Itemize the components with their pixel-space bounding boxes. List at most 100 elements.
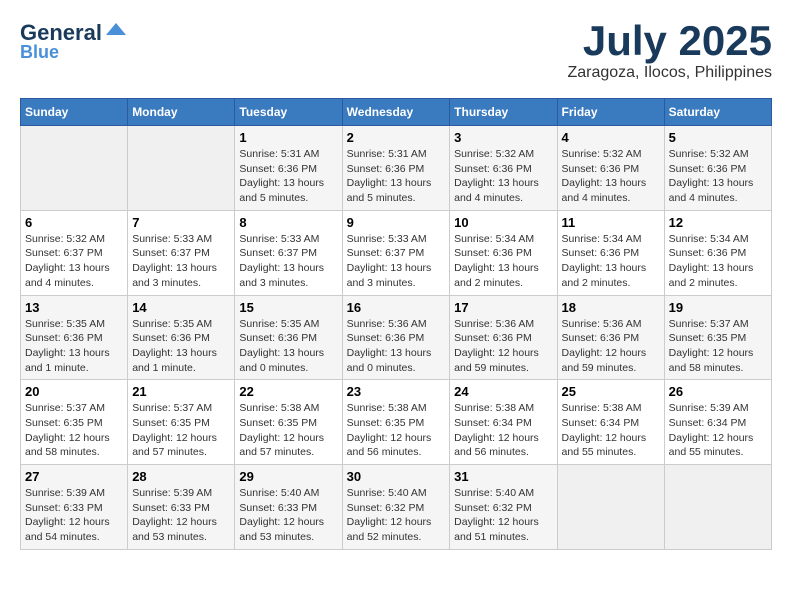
day-info: Sunrise: 5:34 AM Sunset: 6:36 PM Dayligh… (454, 232, 552, 291)
day-info: Sunrise: 5:36 AM Sunset: 6:36 PM Dayligh… (454, 317, 552, 376)
weekday-header-wednesday: Wednesday (342, 99, 450, 126)
day-info: Sunrise: 5:37 AM Sunset: 6:35 PM Dayligh… (132, 401, 230, 460)
weekday-header-sunday: Sunday (21, 99, 128, 126)
day-info: Sunrise: 5:37 AM Sunset: 6:35 PM Dayligh… (669, 317, 767, 376)
day-number: 11 (562, 215, 660, 230)
calendar-cell: 13Sunrise: 5:35 AM Sunset: 6:36 PM Dayli… (21, 295, 128, 380)
day-info: Sunrise: 5:36 AM Sunset: 6:36 PM Dayligh… (562, 317, 660, 376)
logo-icon (104, 21, 128, 45)
day-number: 7 (132, 215, 230, 230)
day-number: 14 (132, 300, 230, 315)
calendar-table: SundayMondayTuesdayWednesdayThursdayFrid… (20, 98, 772, 550)
calendar-cell: 8 Sunrise: 5:33 AM Sunset: 6:37 PM Daylig… (235, 210, 342, 295)
day-number: 19 (669, 300, 767, 315)
page-header: General Blue July 2025 Zaragoza, Ilocos,… (20, 20, 772, 82)
day-number: 15 (239, 300, 337, 315)
day-info: Sunrise: 5:36 AM Sunset: 6:36 PM Dayligh… (347, 317, 446, 376)
day-number: 20 (25, 384, 123, 399)
weekday-header-thursday: Thursday (450, 99, 557, 126)
day-info: Sunrise: 5:34 AM Sunset: 6:36 PM Dayligh… (562, 232, 660, 291)
day-number: 5 (669, 130, 767, 145)
calendar-cell: 14 Sunrise: 5:35 AM Sunset: 6:36 PM Dayli… (128, 295, 235, 380)
day-number: 28 (132, 469, 230, 484)
logo-blue-text: Blue (20, 42, 59, 63)
calendar-cell: 9 Sunrise: 5:33 AM Sunset: 6:37 PM Daylig… (342, 210, 450, 295)
calendar-cell: 24 Sunrise: 5:38 AM Sunset: 6:34 PM Dayli… (450, 380, 557, 465)
day-info: Sunrise: 5:33 AM Sunset: 6:37 PM Dayligh… (347, 232, 446, 291)
day-number: 10 (454, 215, 552, 230)
day-info: Sunrise: 5:32 AM Sunset: 6:37 PM Dayligh… (25, 232, 123, 291)
calendar-cell (664, 465, 771, 550)
day-number: 24 (454, 384, 552, 399)
day-number: 31 (454, 469, 552, 484)
day-number: 4 (562, 130, 660, 145)
day-number: 25 (562, 384, 660, 399)
logo: General Blue (20, 20, 128, 63)
day-number: 3 (454, 130, 552, 145)
day-info: Sunrise: 5:38 AM Sunset: 6:34 PM Dayligh… (454, 401, 552, 460)
day-info: Sunrise: 5:39 AM Sunset: 6:33 PM Dayligh… (132, 486, 230, 545)
day-info: Sunrise: 5:33 AM Sunset: 6:37 PM Dayligh… (239, 232, 337, 291)
day-number: 21 (132, 384, 230, 399)
day-info: Sunrise: 5:32 AM Sunset: 6:36 PM Dayligh… (562, 147, 660, 206)
calendar-cell (557, 465, 664, 550)
day-number: 8 (239, 215, 337, 230)
calendar-cell: 18 Sunrise: 5:36 AM Sunset: 6:36 PM Dayli… (557, 295, 664, 380)
calendar-cell: 28 Sunrise: 5:39 AM Sunset: 6:33 PM Dayli… (128, 465, 235, 550)
day-info: Sunrise: 5:34 AM Sunset: 6:36 PM Dayligh… (669, 232, 767, 291)
calendar-cell: 1 Sunrise: 5:31 AM Sunset: 6:36 PM Daylig… (235, 126, 342, 211)
day-info: Sunrise: 5:39 AM Sunset: 6:33 PM Dayligh… (25, 486, 123, 545)
weekday-header-saturday: Saturday (664, 99, 771, 126)
day-info: Sunrise: 5:40 AM Sunset: 6:32 PM Dayligh… (347, 486, 446, 545)
calendar-week-5: 27 Sunrise: 5:39 AM Sunset: 6:33 PM Dayli… (21, 465, 772, 550)
calendar-cell: 10 Sunrise: 5:34 AM Sunset: 6:36 PM Dayli… (450, 210, 557, 295)
day-number: 12 (669, 215, 767, 230)
day-info: Sunrise: 5:38 AM Sunset: 6:35 PM Dayligh… (347, 401, 446, 460)
calendar-cell: 5Sunrise: 5:32 AM Sunset: 6:36 PM Daylig… (664, 126, 771, 211)
day-info: Sunrise: 5:39 AM Sunset: 6:34 PM Dayligh… (669, 401, 767, 460)
calendar-week-1: 1 Sunrise: 5:31 AM Sunset: 6:36 PM Daylig… (21, 126, 772, 211)
day-number: 9 (347, 215, 446, 230)
day-number: 13 (25, 300, 123, 315)
calendar-cell: 7Sunrise: 5:33 AM Sunset: 6:37 PM Daylig… (128, 210, 235, 295)
calendar-cell: 12 Sunrise: 5:34 AM Sunset: 6:36 PM Dayli… (664, 210, 771, 295)
day-number: 17 (454, 300, 552, 315)
calendar-cell: 29Sunrise: 5:40 AM Sunset: 6:33 PM Dayli… (235, 465, 342, 550)
calendar-cell: 27 Sunrise: 5:39 AM Sunset: 6:33 PM Dayli… (21, 465, 128, 550)
calendar-cell: 16Sunrise: 5:36 AM Sunset: 6:36 PM Dayli… (342, 295, 450, 380)
calendar-cell: 30 Sunrise: 5:40 AM Sunset: 6:32 PM Dayli… (342, 465, 450, 550)
day-info: Sunrise: 5:35 AM Sunset: 6:36 PM Dayligh… (132, 317, 230, 376)
calendar-header: SundayMondayTuesdayWednesdayThursdayFrid… (21, 99, 772, 126)
day-info: Sunrise: 5:31 AM Sunset: 6:36 PM Dayligh… (239, 147, 337, 206)
calendar-week-2: 6Sunrise: 5:32 AM Sunset: 6:37 PM Daylig… (21, 210, 772, 295)
weekday-header-friday: Friday (557, 99, 664, 126)
day-info: Sunrise: 5:31 AM Sunset: 6:36 PM Dayligh… (347, 147, 446, 206)
day-info: Sunrise: 5:38 AM Sunset: 6:35 PM Dayligh… (239, 401, 337, 460)
calendar-week-4: 20 Sunrise: 5:37 AM Sunset: 6:35 PM Dayli… (21, 380, 772, 465)
calendar-body: 1 Sunrise: 5:31 AM Sunset: 6:36 PM Daylig… (21, 126, 772, 550)
day-info: Sunrise: 5:40 AM Sunset: 6:32 PM Dayligh… (454, 486, 552, 545)
day-info: Sunrise: 5:38 AM Sunset: 6:34 PM Dayligh… (562, 401, 660, 460)
calendar-cell: 11 Sunrise: 5:34 AM Sunset: 6:36 PM Dayli… (557, 210, 664, 295)
day-number: 18 (562, 300, 660, 315)
day-number: 2 (347, 130, 446, 145)
calendar-cell: 3Sunrise: 5:32 AM Sunset: 6:36 PM Daylig… (450, 126, 557, 211)
day-info: Sunrise: 5:35 AM Sunset: 6:36 PM Dayligh… (239, 317, 337, 376)
day-number: 30 (347, 469, 446, 484)
calendar-cell: 19 Sunrise: 5:37 AM Sunset: 6:35 PM Dayli… (664, 295, 771, 380)
calendar-week-3: 13 Sunrise: 5:35 AM Sunset: 6:36 PM Dayli… (21, 295, 772, 380)
calendar-cell: 25 Sunrise: 5:38 AM Sunset: 6:34 PM Dayli… (557, 380, 664, 465)
day-number: 27 (25, 469, 123, 484)
weekday-header-tuesday: Tuesday (235, 99, 342, 126)
calendar-cell (21, 126, 128, 211)
day-number: 26 (669, 384, 767, 399)
calendar-cell: 26 Sunrise: 5:39 AM Sunset: 6:34 PM Dayli… (664, 380, 771, 465)
calendar-cell: 20 Sunrise: 5:37 AM Sunset: 6:35 PM Dayli… (21, 380, 128, 465)
calendar-cell: 15 Sunrise: 5:35 AM Sunset: 6:36 PM Dayli… (235, 295, 342, 380)
title-block: July 2025 Zaragoza, Ilocos, Philippines (567, 20, 772, 82)
day-number: 1 (239, 130, 337, 145)
calendar-cell: 23Sunrise: 5:38 AM Sunset: 6:35 PM Dayli… (342, 380, 450, 465)
month-title: July 2025 (567, 20, 772, 62)
weekday-header-monday: Monday (128, 99, 235, 126)
day-info: Sunrise: 5:37 AM Sunset: 6:35 PM Dayligh… (25, 401, 123, 460)
